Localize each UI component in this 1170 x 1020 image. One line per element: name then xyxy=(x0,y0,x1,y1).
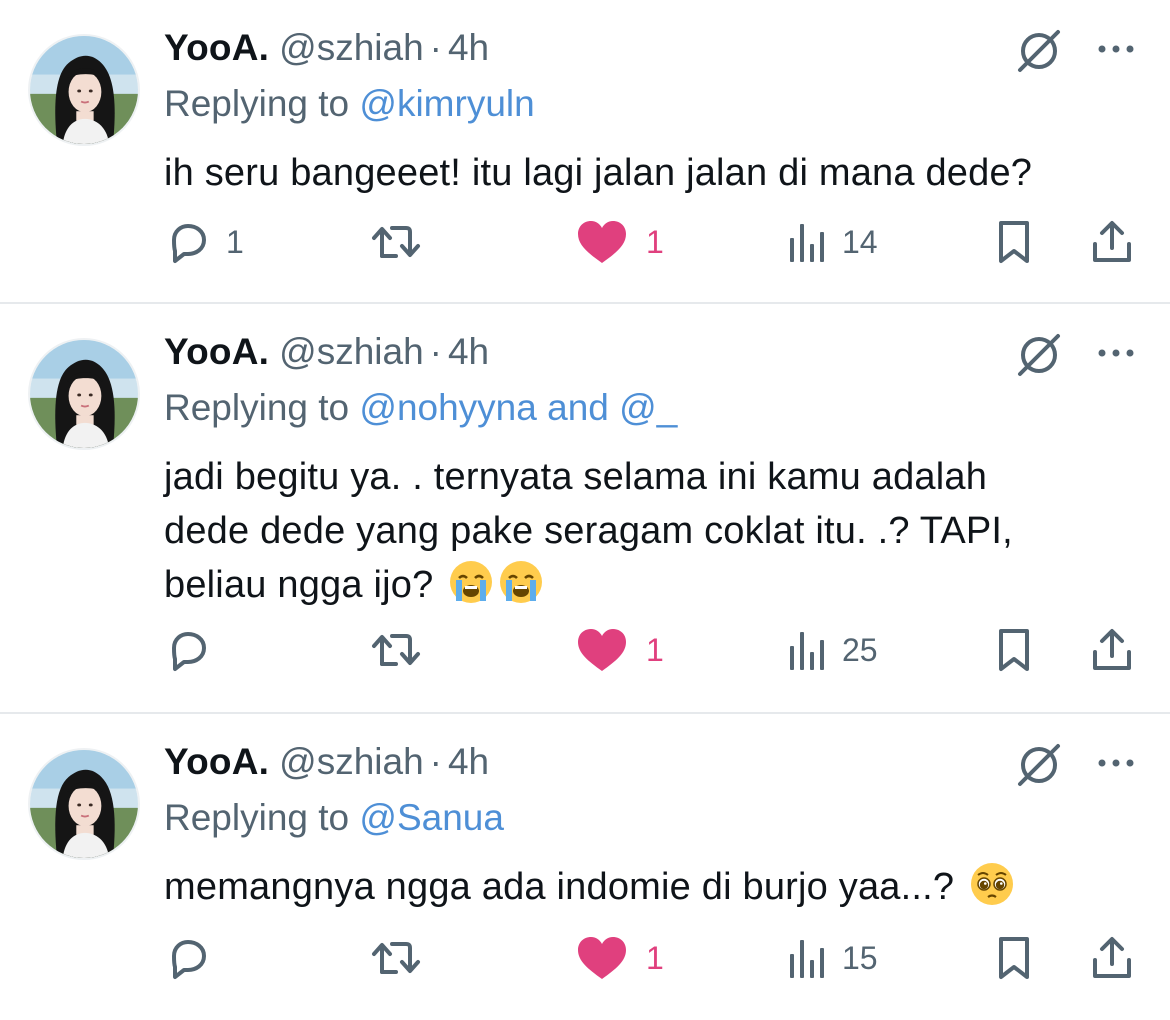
more-options-icon[interactable] xyxy=(1094,750,1138,776)
author-handle[interactable]: @szhiah xyxy=(279,741,424,782)
like-button[interactable]: 1 xyxy=(576,212,664,272)
avatar-image xyxy=(30,340,138,448)
tweet[interactable]: YooA. @szhiah · 4h Replying to @Sanua meman… xyxy=(0,714,1170,1020)
tweet[interactable]: YooA. @szhiah · 4h Replying to @nohyyna and… xyxy=(0,304,1170,714)
view-count: 14 xyxy=(842,223,878,260)
more-options-icon[interactable] xyxy=(1094,340,1138,366)
author-name[interactable]: YooA. xyxy=(164,27,269,68)
like-button[interactable]: 1 xyxy=(576,620,664,680)
share-button[interactable] xyxy=(1088,620,1136,680)
reply-icon xyxy=(164,218,212,266)
share-icon xyxy=(1088,218,1136,266)
tweet-text: jadi begitu ya. . ternyata selama ini ka… xyxy=(164,450,1124,612)
reply-icon xyxy=(164,626,212,674)
separator-dot: · xyxy=(429,27,442,68)
reply-button[interactable]: 1 xyxy=(164,212,244,272)
author-handle[interactable]: @szhiah xyxy=(279,331,424,372)
heart-icon xyxy=(576,219,628,265)
views-icon xyxy=(788,936,828,980)
avatar[interactable] xyxy=(28,34,140,146)
tweet-text: memangnya ngga ada indomie di burjo yaa.… xyxy=(164,860,1124,914)
share-icon xyxy=(1088,934,1136,982)
loudly-crying-face-emoji xyxy=(498,559,544,605)
reply-mention-link[interactable]: @kimryuln xyxy=(359,83,534,124)
share-button[interactable] xyxy=(1088,928,1136,988)
reply-button[interactable] xyxy=(164,620,226,680)
retweet-button[interactable] xyxy=(368,212,424,272)
more-options-icon[interactable] xyxy=(1094,36,1138,62)
replying-prefix: Replying to xyxy=(164,387,350,428)
tweet-text-line: dede dede yang pake seragam coklat itu. … xyxy=(164,510,1013,552)
timestamp[interactable]: 4h xyxy=(448,741,489,782)
retweet-button[interactable] xyxy=(368,928,424,988)
author-name[interactable]: YooA. xyxy=(164,331,269,372)
view-count: 25 xyxy=(842,631,878,668)
tweet-header: YooA. @szhiah · 4h xyxy=(164,26,489,70)
mute-conversation-icon[interactable] xyxy=(1014,740,1064,790)
views-button[interactable]: 15 xyxy=(788,928,878,988)
avatar[interactable] xyxy=(28,748,140,860)
view-count: 15 xyxy=(842,939,878,976)
retweet-icon xyxy=(368,934,424,982)
heart-icon xyxy=(576,627,628,673)
tweet-header: YooA. @szhiah · 4h xyxy=(164,330,489,374)
bookmark-button[interactable] xyxy=(994,620,1034,680)
reply-icon xyxy=(164,934,212,982)
reply-mention-link[interactable]: @nohyyna and @_ xyxy=(359,387,677,428)
timestamp[interactable]: 4h xyxy=(448,27,489,68)
tweet-header: YooA. @szhiah · 4h xyxy=(164,740,489,784)
reply-count: 1 xyxy=(226,223,244,260)
retweet-button[interactable] xyxy=(368,620,424,680)
tweet-actions: 1 25 xyxy=(0,620,1170,680)
views-button[interactable]: 25 xyxy=(788,620,878,680)
tweet-text-line: jadi begitu ya. . ternyata selama ini ka… xyxy=(164,456,988,498)
loudly-crying-face-emoji xyxy=(448,559,494,605)
bookmark-icon xyxy=(994,627,1034,673)
heart-icon xyxy=(576,935,628,981)
reply-mention-link[interactable]: @Sanua xyxy=(359,797,504,838)
retweet-icon xyxy=(368,218,424,266)
like-count: 1 xyxy=(646,631,664,668)
separator-dot: · xyxy=(429,331,442,372)
tweet-text-line: memangnya ngga ada indomie di burjo yaa.… xyxy=(164,866,955,908)
views-icon xyxy=(788,220,828,264)
tweet-text-line: ih seru bangeeet! itu lagi jalan jalan d… xyxy=(164,152,1033,194)
bookmark-button[interactable] xyxy=(994,928,1034,988)
like-button[interactable]: 1 xyxy=(576,928,664,988)
share-button[interactable] xyxy=(1088,212,1136,272)
replying-prefix: Replying to xyxy=(164,83,350,124)
replying-to: Replying to @nohyyna and @_ xyxy=(164,386,677,430)
tweet[interactable]: YooA. @szhiah · 4h Replying to @kimryuln ih… xyxy=(0,0,1170,304)
pleading-face-emoji xyxy=(969,861,1015,907)
mute-conversation-icon[interactable] xyxy=(1014,26,1064,76)
like-count: 1 xyxy=(646,939,664,976)
reply-button[interactable] xyxy=(164,928,226,988)
tweet-text-line: beliau ngga ijo? xyxy=(164,558,1124,612)
bookmark-icon xyxy=(994,219,1034,265)
replying-to: Replying to @Sanua xyxy=(164,796,504,840)
avatar-image xyxy=(30,36,138,144)
author-handle[interactable]: @szhiah xyxy=(279,27,424,68)
tweet-text-line-content: beliau ngga ijo? xyxy=(164,564,434,606)
separator-dot: · xyxy=(429,741,442,782)
retweet-icon xyxy=(368,626,424,674)
avatar-image xyxy=(30,750,138,858)
like-count: 1 xyxy=(646,223,664,260)
share-icon xyxy=(1088,626,1136,674)
tweet-actions: 1 1 14 xyxy=(0,212,1170,272)
timestamp[interactable]: 4h xyxy=(448,331,489,372)
tweet-text: ih seru bangeeet! itu lagi jalan jalan d… xyxy=(164,146,1124,200)
replying-prefix: Replying to xyxy=(164,797,350,838)
avatar[interactable] xyxy=(28,338,140,450)
bookmark-button[interactable] xyxy=(994,212,1034,272)
views-button[interactable]: 14 xyxy=(788,212,878,272)
bookmark-icon xyxy=(994,935,1034,981)
mute-conversation-icon[interactable] xyxy=(1014,330,1064,380)
author-name[interactable]: YooA. xyxy=(164,741,269,782)
replying-to: Replying to @kimryuln xyxy=(164,82,535,126)
views-icon xyxy=(788,628,828,672)
tweet-actions: 1 15 xyxy=(0,928,1170,988)
